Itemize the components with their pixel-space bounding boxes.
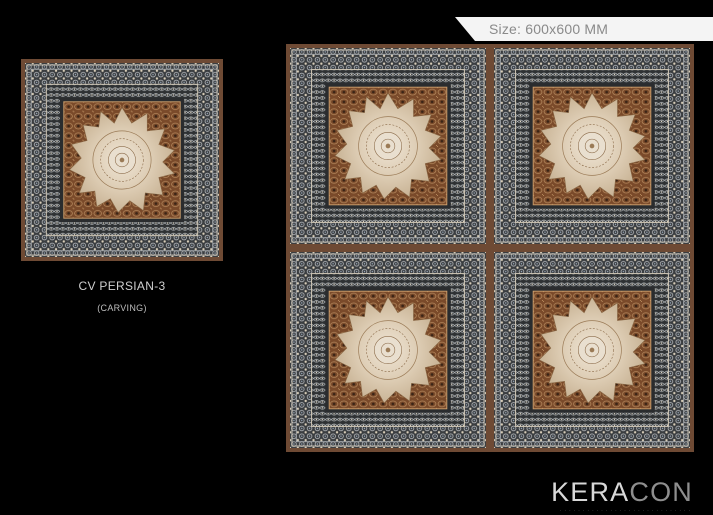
tile-top-left (290, 48, 486, 244)
product-name: CV PERSIAN-3 (78, 279, 166, 293)
single-tile-preview[interactable] (21, 59, 223, 261)
logo-tagline: ····························· (559, 508, 693, 514)
size-banner: Size: 600x600 MM (455, 17, 713, 41)
keracon-logo: KERACON (551, 477, 693, 507)
product-finish: (CARVING) (97, 303, 147, 313)
tile-bottom-right (494, 252, 690, 448)
tile-top-right (494, 48, 690, 244)
tile-pattern (25, 63, 219, 257)
tile-bottom-left (290, 252, 486, 448)
tile-layout-preview[interactable] (286, 44, 694, 452)
size-label: Size: 600x600 MM (489, 21, 609, 37)
